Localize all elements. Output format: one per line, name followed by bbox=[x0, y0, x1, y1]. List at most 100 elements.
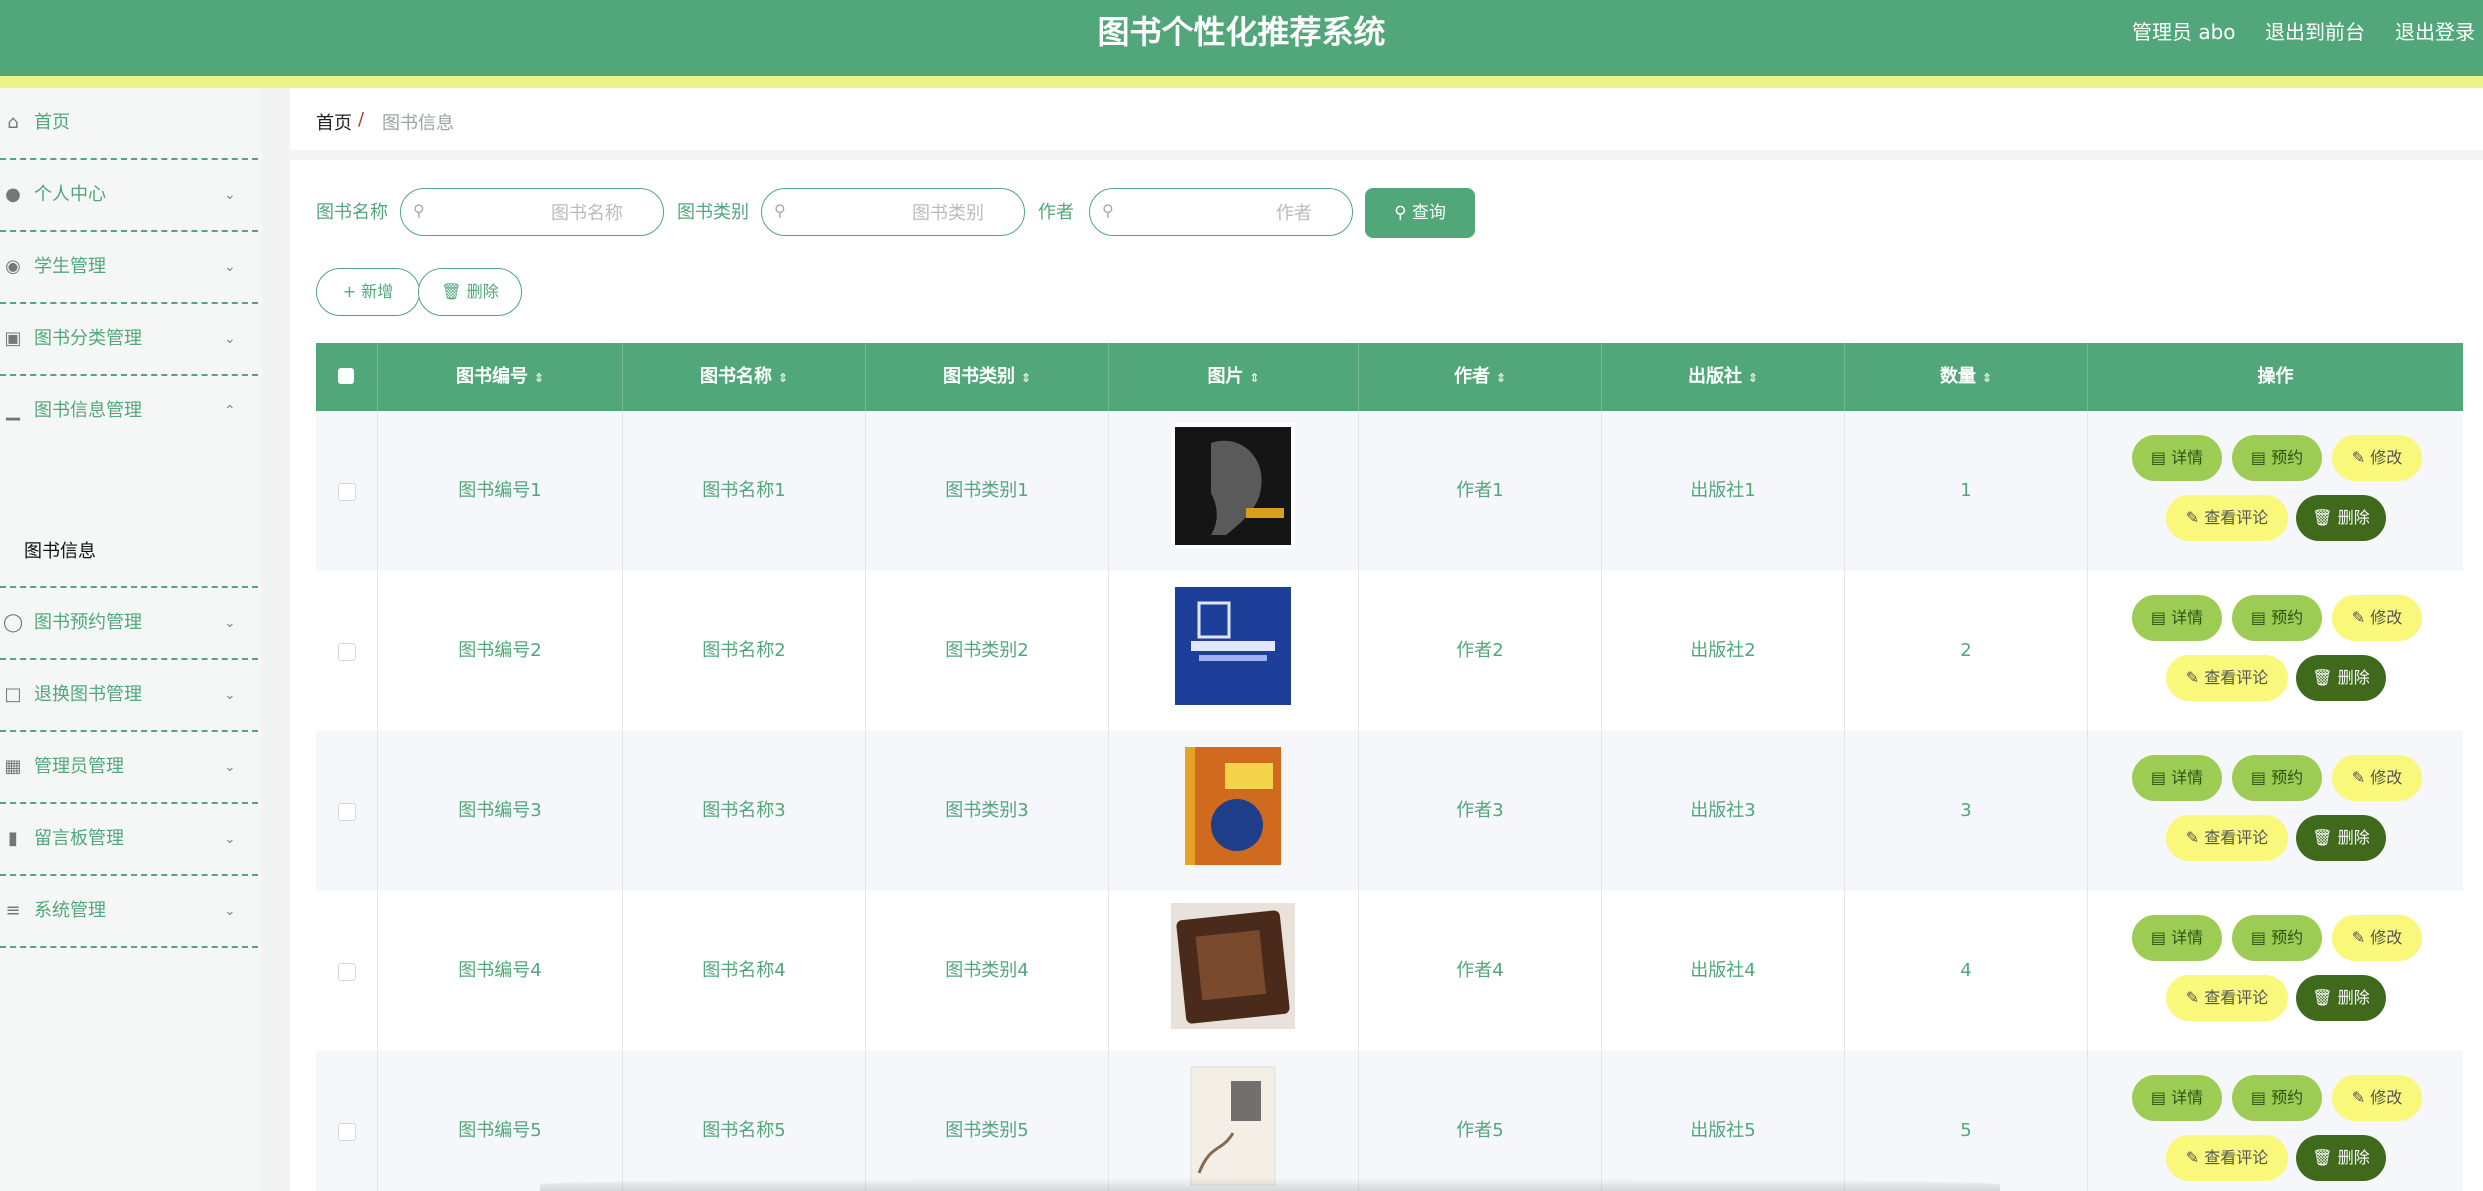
sidebar-item-students[interactable]: ◉ 学生管理 ⌄ bbox=[0, 232, 258, 304]
book-cover-image[interactable] bbox=[1171, 423, 1295, 549]
edit-button[interactable]: ✎ 修改 bbox=[2332, 915, 2422, 961]
book-cover-image[interactable] bbox=[1171, 743, 1295, 869]
add-button[interactable]: + 新增 bbox=[316, 268, 420, 316]
home-icon: ⌂ bbox=[7, 112, 19, 133]
sidebar-item-book-reservation[interactable]: ◯ 图书预约管理 ⌄ bbox=[0, 588, 258, 660]
sort-icon[interactable]: ⇕ bbox=[1982, 371, 1992, 385]
sort-icon[interactable]: ⇕ bbox=[1496, 371, 1506, 385]
col-header-id[interactable]: 图书编号 ⇕ bbox=[378, 343, 623, 411]
row-checkbox[interactable] bbox=[338, 643, 356, 661]
sidebar-item-home[interactable]: ⌂ 首页 bbox=[0, 88, 258, 160]
cell-author: 作者5 bbox=[1359, 1051, 1602, 1191]
bar-chart-icon: ▁ bbox=[6, 400, 20, 421]
edit-button[interactable]: ✎ 修改 bbox=[2332, 755, 2422, 801]
table-row: 图书编号5 图书名称5 图书类别5 作者5 出版社5 5 ▤ 详情 ▤ 预约 ✎… bbox=[316, 1051, 2463, 1191]
select-all-checkbox[interactable] bbox=[338, 368, 354, 384]
cell-category: 图书类别1 bbox=[866, 411, 1109, 571]
back-to-frontend-link[interactable]: 退出到前台 bbox=[2265, 18, 2365, 46]
sidebar-item-label: 留言板管理 bbox=[34, 828, 124, 849]
row-check-cell bbox=[316, 891, 378, 1051]
batch-delete-label: 删除 bbox=[466, 282, 499, 301]
detail-button[interactable]: ▤ 详情 bbox=[2132, 1075, 2222, 1121]
query-button-label: 查询 bbox=[1411, 203, 1446, 223]
cell-id: 图书编号4 bbox=[378, 891, 623, 1051]
view-reviews-button[interactable]: ✎ 查看评论 bbox=[2166, 655, 2288, 701]
sort-icon[interactable]: ⇕ bbox=[1748, 371, 1758, 385]
col-header-name[interactable]: 图书名称 ⇕ bbox=[623, 343, 866, 411]
ticket-icon: ▦ bbox=[4, 756, 22, 777]
sidebar-item-message-board[interactable]: ▮ 留言板管理 ⌄ bbox=[0, 804, 258, 876]
detail-button[interactable]: ▤ 详情 bbox=[2132, 915, 2222, 961]
book-cover-image[interactable] bbox=[1171, 1063, 1295, 1189]
detail-button[interactable]: ▤ 详情 bbox=[2132, 755, 2222, 801]
view-reviews-button[interactable]: ✎ 查看评论 bbox=[2166, 1135, 2288, 1181]
add-button-label: 新增 bbox=[361, 282, 394, 301]
sidebar-item-book-category[interactable]: ▣ 图书分类管理 ⌄ bbox=[0, 304, 258, 376]
trash-icon: 🗑 bbox=[2312, 988, 2338, 1007]
sort-icon[interactable]: ⇕ bbox=[1249, 371, 1259, 385]
cell-author: 作者1 bbox=[1359, 411, 1602, 571]
logout-link[interactable]: 退出登录 bbox=[2395, 18, 2475, 46]
view-reviews-button[interactable]: ✎ 查看评论 bbox=[2166, 815, 2288, 861]
delete-button[interactable]: 🗑 删除 bbox=[2296, 1135, 2386, 1181]
author-label: 作者 bbox=[1038, 202, 1074, 223]
author-input[interactable] bbox=[1126, 198, 1314, 228]
cell-actions: ▤ 详情 ▤ 预约 ✎ 修改 ✎ 查看评论 🗑 删除 bbox=[2088, 731, 2463, 891]
sort-icon[interactable]: ⇕ bbox=[534, 371, 544, 385]
edit-button[interactable]: ✎ 修改 bbox=[2332, 595, 2422, 641]
delete-button[interactable]: 🗑 删除 bbox=[2296, 815, 2386, 861]
trash-icon: 🗑 bbox=[441, 282, 467, 301]
sidebar-item-book-return[interactable]: □ 退换图书管理 ⌄ bbox=[0, 660, 258, 732]
detail-button[interactable]: ▤ 详情 bbox=[2132, 595, 2222, 641]
delete-button[interactable]: 🗑 删除 bbox=[2296, 495, 2386, 541]
trash-icon: 🗑 bbox=[2312, 1148, 2338, 1167]
col-header-quantity[interactable]: 数量 ⇕ bbox=[1845, 343, 2088, 411]
sidebar: ⌂ 首页 ● 个人中心 ⌄ ◉ 学生管理 ⌄ ▣ 图书分类管理 ⌄ ▁ 图书信息… bbox=[0, 88, 262, 1191]
col-header-image[interactable]: 图片 ⇕ bbox=[1109, 343, 1359, 411]
row-checkbox[interactable] bbox=[338, 483, 356, 501]
edit-button[interactable]: ✎ 修改 bbox=[2332, 435, 2422, 481]
sidebar-item-book-info[interactable]: ▁ 图书信息管理 ⌃ bbox=[0, 376, 258, 446]
row-checkbox[interactable] bbox=[338, 803, 356, 821]
delete-button[interactable]: 🗑 删除 bbox=[2296, 975, 2386, 1021]
sidebar-item-admin[interactable]: ▦ 管理员管理 ⌄ bbox=[0, 732, 258, 804]
col-header-actions: 操作 bbox=[2257, 366, 2294, 387]
table-row: 图书编号4 图书名称4 图书类别4 作者4 出版社4 4 ▤ 详情 ▤ 预约 ✎… bbox=[316, 891, 2463, 1052]
book-category-input[interactable] bbox=[798, 198, 986, 228]
sidebar-item-label: 图书预约管理 bbox=[34, 612, 142, 633]
reserve-button[interactable]: ▤ 预约 bbox=[2232, 1075, 2322, 1121]
sidebar-item-system[interactable]: ≡ 系统管理 ⌄ bbox=[0, 876, 258, 948]
cell-category: 图书类别3 bbox=[866, 731, 1109, 891]
book-cover-image[interactable] bbox=[1171, 903, 1295, 1029]
sort-icon[interactable]: ⇕ bbox=[1021, 371, 1031, 385]
view-reviews-button[interactable]: ✎ 查看评论 bbox=[2166, 495, 2288, 541]
detail-button[interactable]: ▤ 详情 bbox=[2132, 435, 2222, 481]
breadcrumb-home[interactable]: 首页 bbox=[316, 109, 352, 135]
chevron-down-icon: ⌄ bbox=[224, 331, 236, 347]
view-reviews-button[interactable]: ✎ 查看评论 bbox=[2166, 975, 2288, 1021]
cell-actions: ▤ 详情 ▤ 预约 ✎ 修改 ✎ 查看评论 🗑 删除 bbox=[2088, 571, 2463, 731]
col-header-publisher[interactable]: 出版社 ⇕ bbox=[1602, 343, 1845, 411]
edit-button[interactable]: ✎ 修改 bbox=[2332, 1075, 2422, 1121]
reserve-button[interactable]: ▤ 预约 bbox=[2232, 755, 2322, 801]
cell-image bbox=[1109, 891, 1359, 1051]
delete-button[interactable]: 🗑 删除 bbox=[2296, 655, 2386, 701]
reserve-button[interactable]: ▤ 预约 bbox=[2232, 595, 2322, 641]
reserve-button[interactable]: ▤ 预约 bbox=[2232, 435, 2322, 481]
bottom-shadow bbox=[540, 1178, 2000, 1191]
row-checkbox[interactable] bbox=[338, 963, 356, 981]
sidebar-item-personal-center[interactable]: ● 个人中心 ⌄ bbox=[0, 160, 258, 232]
trash-icon: 🗑 bbox=[2312, 668, 2338, 687]
batch-delete-button[interactable]: 🗑 删除 bbox=[418, 268, 522, 316]
table-row: 图书编号2 图书名称2 图书类别2 作者2 出版社2 2 ▤ 详情 ▤ 预约 ✎… bbox=[316, 571, 2463, 732]
pencil-icon: ✎ bbox=[2185, 1148, 2205, 1167]
row-checkbox[interactable] bbox=[338, 1123, 356, 1141]
book-name-input[interactable] bbox=[437, 198, 625, 228]
col-header-category[interactable]: 图书类别 ⇕ bbox=[866, 343, 1109, 411]
col-header-author[interactable]: 作者 ⇕ bbox=[1359, 343, 1602, 411]
sidebar-subitem-book-info[interactable]: 图书信息 bbox=[0, 518, 258, 588]
book-cover-image[interactable] bbox=[1171, 583, 1295, 709]
sort-icon[interactable]: ⇕ bbox=[778, 371, 788, 385]
reserve-button[interactable]: ▤ 预约 bbox=[2232, 915, 2322, 961]
query-button[interactable]: ⚲ 查询 bbox=[1365, 188, 1475, 238]
